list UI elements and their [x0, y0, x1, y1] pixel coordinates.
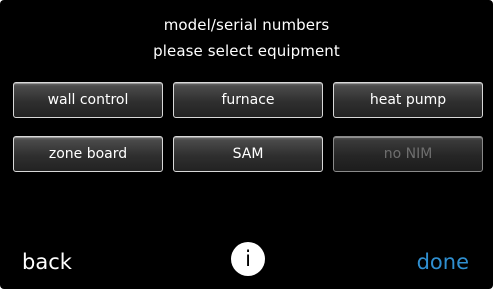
page-title: model/serial numbers — [163, 16, 330, 34]
no-nim-button: no NIM — [333, 136, 483, 172]
info-icon[interactable]: i — [231, 242, 265, 276]
heat-pump-button-label: heat pump — [369, 92, 447, 108]
furnace-button[interactable]: furnace — [173, 82, 323, 118]
wall-control-button-label: wall control — [47, 92, 129, 108]
wall-control-button[interactable]: wall control — [13, 82, 163, 118]
zone-board-button-label: zone board — [48, 146, 128, 162]
furnace-button-label: furnace — [221, 92, 275, 108]
back-button[interactable]: back — [22, 249, 72, 275]
heat-pump-button[interactable]: heat pump — [333, 82, 483, 118]
done-button[interactable]: done — [417, 249, 469, 275]
zone-board-button[interactable]: zone board — [13, 136, 163, 172]
thermostat-screen: model/serial numbers please select equip… — [0, 0, 493, 289]
sam-button-label: SAM — [232, 146, 264, 162]
page-subtitle: please select equipment — [153, 42, 340, 60]
no-nim-button-label: no NIM — [383, 146, 433, 162]
info-icon-glyph: i — [245, 247, 251, 271]
sam-button[interactable]: SAM — [173, 136, 323, 172]
